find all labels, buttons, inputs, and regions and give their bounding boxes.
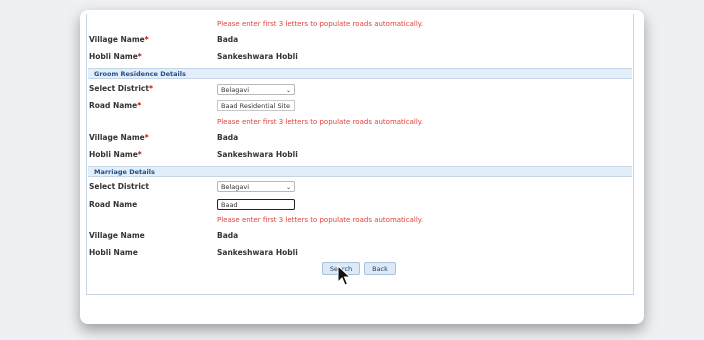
section-marriage-details: Marriage Details	[88, 166, 632, 177]
groom-village-value: Bada	[217, 133, 239, 142]
form-panel: Please enter first 3 letters to populate…	[86, 14, 634, 295]
groom-road-hint: Please enter first 3 letters to populate…	[217, 118, 424, 126]
section-groom-residence: Groom Residence Details	[88, 68, 632, 79]
groom-district-selected: Belagavi	[221, 86, 250, 94]
marriage-village-label: Village Name	[89, 231, 145, 240]
groom-road-label: Road Name*	[89, 101, 142, 110]
groom-district-label: Select District*	[89, 84, 153, 93]
chevron-down-icon: ⌄	[285, 87, 291, 94]
marriage-district-selected: Belagavi	[221, 183, 250, 191]
village-name-value: Bada	[217, 35, 239, 44]
marriage-road-label: Road Name	[89, 200, 138, 209]
hobli-name-value: Sankeshwara Hobli	[217, 52, 298, 61]
road-hint: Please enter first 3 letters to populate…	[217, 20, 424, 28]
marriage-road-input[interactable]: Baad	[217, 199, 295, 210]
marriage-district-label: Select District	[89, 182, 149, 191]
marriage-village-value: Bada	[217, 231, 239, 240]
marriage-hobli-label: Hobli Name	[89, 248, 138, 257]
village-name-label: Village Name*	[89, 35, 149, 44]
back-button[interactable]: Back	[364, 262, 396, 275]
groom-village-label: Village Name*	[89, 133, 149, 142]
form-card: Please enter first 3 letters to populate…	[80, 10, 644, 324]
groom-road-input[interactable]: Baad Residential Site	[217, 100, 295, 111]
groom-district-select[interactable]: Belagavi ⌄	[217, 84, 295, 95]
marriage-road-hint: Please enter first 3 letters to populate…	[217, 216, 424, 224]
hobli-name-label: Hobli Name*	[89, 52, 142, 61]
groom-hobli-label: Hobli Name*	[89, 150, 142, 159]
groom-hobli-value: Sankeshwara Hobli	[217, 150, 298, 159]
marriage-hobli-value: Sankeshwara Hobli	[217, 248, 298, 257]
mouse-pointer-icon	[337, 265, 351, 286]
marriage-district-select[interactable]: Belagavi ⌄	[217, 181, 295, 192]
chevron-down-icon: ⌄	[285, 184, 291, 191]
